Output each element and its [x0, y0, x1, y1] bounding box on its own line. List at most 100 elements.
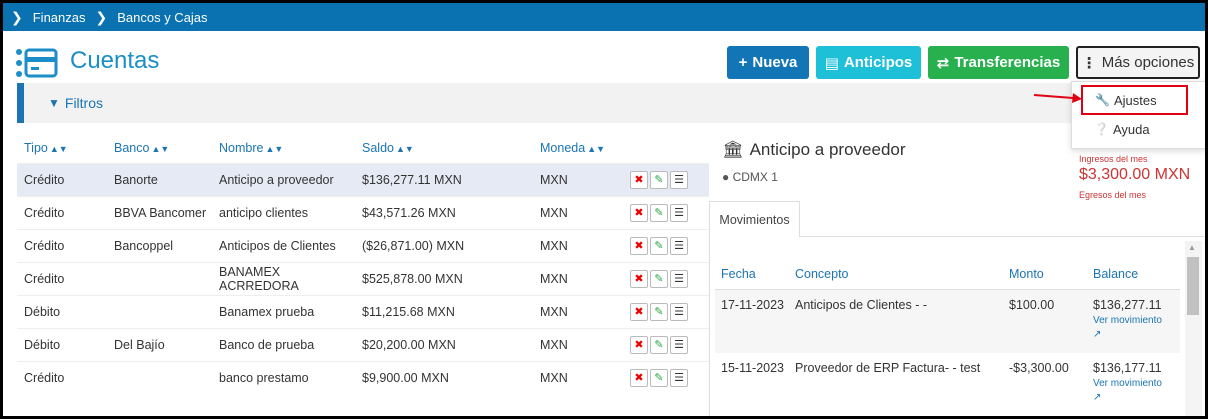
breadcrumb: ❯ Finanzas ❯ Bancos y Cajas: [3, 3, 1205, 31]
col-saldo[interactable]: Saldo ▲▼: [355, 133, 533, 163]
edit-icon[interactable]: ✎: [650, 203, 668, 222]
table-row[interactable]: Crédito Banorte Anticipo a proveedor $136,2…: [17, 162, 709, 196]
col-concepto[interactable]: Concepto: [789, 259, 1003, 290]
cell-saldo: ($26,871.00) MXN: [355, 228, 533, 262]
more-options-dropdown: 🔧 Ajustes ❔ Ayuda: [1071, 81, 1205, 149]
transferencias-button[interactable]: ⇄ Transferencias: [928, 46, 1069, 79]
detail-title: 🏛 Anticipo a proveedor: [722, 140, 906, 160]
menu-item-ayuda-label: Ayuda: [1112, 121, 1150, 137]
edit-icon[interactable]: ✎: [650, 368, 668, 387]
bank-icon: 🏛: [722, 140, 744, 159]
table-row[interactable]: Crédito Bancoppel Anticipos de Clientes ($2…: [17, 228, 709, 262]
ingresos-value: $3,300.00 MXN: [1079, 166, 1191, 183]
cell-moneda: MXN: [533, 360, 623, 394]
col-balance[interactable]: Balance: [1087, 259, 1180, 290]
col-tipo-label: Tipo: [24, 140, 48, 155]
delete-icon[interactable]: ✖: [630, 302, 648, 321]
transferencias-label: Transferencias: [954, 54, 1061, 71]
col-tipo[interactable]: Tipo ▲▼: [17, 133, 107, 163]
row-actions: ✖ ✎ ☰: [623, 294, 709, 328]
delete-icon[interactable]: ✖: [630, 236, 648, 255]
filter-icon: ▼: [48, 96, 60, 110]
menu-icon[interactable]: ☰: [670, 269, 688, 288]
cell-banco: [107, 360, 212, 394]
accounts-table: Tipo ▲▼ Banco ▲▼ Nombre ▲▼ Saldo ▲▼ Moneda ▲▼…: [17, 133, 709, 394]
cell-tipo: Crédito: [17, 195, 107, 229]
menu-icon[interactable]: ☰: [670, 236, 688, 255]
question-circle-icon: ❔: [1094, 122, 1109, 136]
delete-icon[interactable]: ✖: [630, 170, 648, 189]
cell-fecha: 15-11-2023: [721, 361, 785, 375]
menu-icon[interactable]: ☰: [670, 335, 688, 354]
scroll-up-icon[interactable]: ▲: [1188, 243, 1196, 252]
scrollbar-thumb[interactable]: [1187, 257, 1199, 315]
table-row[interactable]: Débito Banamex prueba $11,215.68 MXN MXN ✖ ✎ ☰: [17, 294, 709, 328]
menu-icon[interactable]: ☰: [670, 302, 688, 321]
menu-icon[interactable]: ☰: [670, 170, 688, 189]
new-account-label: Nueva: [752, 54, 798, 71]
cell-nombre: BANAMEX ACRREDORA: [212, 261, 355, 295]
table-row[interactable]: Débito Del Bajío Banco de prueba $20,200.00…: [17, 327, 709, 361]
cell-nombre: Anticipo a proveedor: [212, 162, 355, 196]
cell-nombre: banco prestamo: [212, 360, 355, 394]
cell-fecha: 17-11-2023: [715, 289, 789, 353]
balance-value: $136,277.11: [1093, 297, 1162, 312]
cell-balance: $136,177.11 Ver movimiento ↗: [1087, 353, 1180, 416]
edit-icon[interactable]: ✎: [650, 302, 668, 321]
col-saldo-label: Saldo: [362, 140, 394, 155]
delete-icon[interactable]: ✖: [630, 335, 648, 354]
breadcrumb-item-finanzas[interactable]: Finanzas: [33, 10, 86, 25]
edit-icon[interactable]: ✎: [650, 236, 668, 255]
col-monto[interactable]: Monto: [1003, 259, 1087, 290]
sort-icon: ▲▼: [265, 143, 284, 154]
external-link-icon[interactable]: ↗: [1093, 329, 1101, 340]
exchange-icon: ⇄: [936, 54, 950, 72]
table-row[interactable]: Crédito BANAMEX ACRREDORA $525,878.00 MXN M…: [17, 261, 709, 295]
delete-icon[interactable]: ✖: [630, 368, 648, 387]
delete-icon[interactable]: ✖: [630, 203, 648, 222]
new-account-button[interactable]: + Nueva: [727, 46, 809, 79]
edit-icon[interactable]: ✎: [650, 335, 668, 354]
row-actions: ✖ ✎ ☰: [623, 195, 709, 229]
delete-icon[interactable]: ✖: [630, 269, 648, 288]
cell-moneda: MXN: [533, 195, 623, 229]
cell-saldo: $525,878.00 MXN: [355, 261, 533, 295]
view-movement-link[interactable]: Ver movimiento: [1093, 315, 1180, 326]
row-actions: ✖ ✎ ☰: [623, 327, 709, 361]
view-movement-link[interactable]: Ver movimiento: [1093, 378, 1180, 389]
more-options-label: Más opciones: [1101, 54, 1195, 71]
breadcrumb-item-bancos[interactable]: Bancos y Cajas: [117, 10, 207, 25]
tab-movimientos[interactable]: Movimientos: [709, 201, 800, 237]
cell-monto: -$3,300.00: [1009, 361, 1069, 375]
cell-concepto: Anticipos de Clientes - -: [789, 289, 1003, 353]
col-nombre[interactable]: Nombre ▲▼: [212, 133, 355, 163]
col-fecha[interactable]: Fecha: [715, 259, 789, 290]
menu-icon[interactable]: ☰: [670, 368, 688, 387]
col-banco[interactable]: Banco ▲▼: [107, 133, 212, 163]
table-row[interactable]: Crédito banco prestamo $9,900.00 MXN MXN ✖ ✎ ☰: [17, 360, 709, 394]
menu-item-ajustes[interactable]: 🔧 Ajustes: [1081, 85, 1188, 115]
detail-location-text: CDMX 1: [732, 170, 778, 184]
menu-item-ayuda[interactable]: ❔ Ayuda: [1072, 115, 1205, 143]
edit-icon[interactable]: ✎: [650, 170, 668, 189]
col-nombre-label: Nombre: [219, 140, 264, 155]
menu-icon[interactable]: ☰: [670, 203, 688, 222]
col-moneda[interactable]: Moneda ▲▼: [533, 133, 623, 163]
external-link-icon[interactable]: ↗: [1093, 392, 1101, 403]
anticipos-button[interactable]: ▤ Anticipos: [816, 46, 921, 79]
edit-icon[interactable]: ✎: [650, 269, 668, 288]
movement-row: 15-11-2023 Proveedor de ERP Factura- - te…: [715, 353, 1180, 416]
filters-bar[interactable]: ▼ Filtros: [17, 83, 1083, 123]
table-row[interactable]: Crédito BBVA Bancomer anticipo clientes $43…: [17, 195, 709, 229]
more-options-button[interactable]: ⋮ Más opciones: [1076, 46, 1200, 79]
cell-banco: Bancoppel: [107, 228, 212, 262]
row-actions: ✖ ✎ ☰: [623, 360, 709, 394]
cell-moneda: MXN: [533, 261, 623, 295]
cell-saldo: $11,215.68 MXN: [355, 294, 533, 328]
ingresos-label: Ingresos del mes: [1079, 154, 1148, 164]
chevron-right-icon: ❯: [95, 8, 108, 25]
cell-nombre: Anticipos de Clientes: [212, 228, 355, 262]
plus-icon: +: [738, 54, 748, 71]
detail-location: ● CDMX 1: [722, 170, 778, 184]
cell-tipo: Débito: [17, 294, 107, 328]
